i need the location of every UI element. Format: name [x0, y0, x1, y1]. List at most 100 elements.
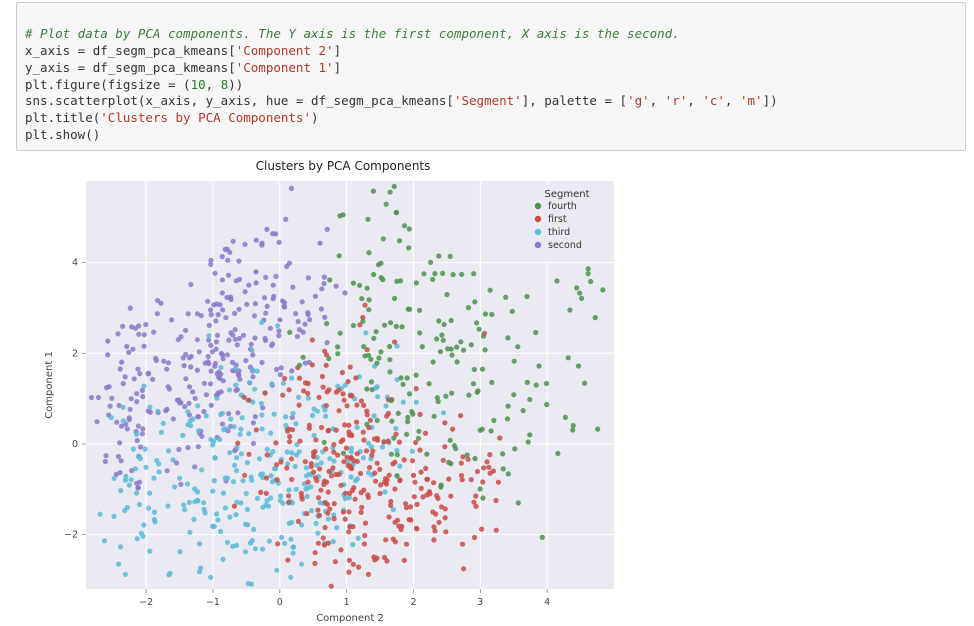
- scatter-point: [354, 402, 359, 407]
- scatter-point: [408, 504, 413, 509]
- y-tick-label: 4: [72, 258, 78, 269]
- scatter-point: [210, 442, 215, 447]
- scatter-point: [313, 550, 318, 555]
- scatter-point: [276, 328, 281, 333]
- scatter-point: [124, 344, 129, 349]
- scatter-point: [178, 482, 183, 487]
- scatter-point: [293, 311, 298, 316]
- scatter-point: [301, 388, 306, 393]
- scatter-point: [153, 519, 158, 524]
- scatter-point: [506, 471, 511, 476]
- scatter-point: [481, 334, 486, 339]
- scatter-point: [108, 404, 113, 409]
- scatter-point: [372, 413, 377, 418]
- scatter-point: [252, 387, 257, 392]
- scatter-point: [378, 261, 383, 266]
- scatter-point: [477, 327, 482, 332]
- scatter-point: [488, 288, 493, 293]
- scatter-point: [254, 280, 259, 285]
- scatter-point: [96, 395, 101, 400]
- scatter-point: [304, 511, 309, 516]
- scatter-point: [147, 405, 152, 410]
- scatter-point: [143, 322, 148, 327]
- scatter-point: [220, 557, 225, 562]
- scatter-point: [438, 484, 443, 489]
- scatter-point: [305, 310, 310, 315]
- scatter-point: [246, 283, 251, 288]
- scatter-point: [574, 285, 579, 290]
- scatter-point: [271, 283, 276, 288]
- scatter-point: [579, 296, 584, 301]
- scatter-point: [441, 410, 446, 415]
- scatter-point: [249, 342, 254, 347]
- scatter-point: [331, 539, 336, 544]
- scatter-point: [116, 454, 121, 459]
- scatter-point: [430, 277, 435, 282]
- scatter-point: [245, 507, 250, 512]
- scatter-point: [407, 307, 412, 312]
- scatter-point: [115, 331, 120, 336]
- scatter-point: [267, 539, 272, 544]
- code-line-5-seg: 'Segment': [454, 93, 522, 108]
- scatter-point: [204, 413, 209, 418]
- scatter-point: [195, 489, 200, 494]
- scatter-point: [232, 424, 237, 429]
- scatter-point: [235, 342, 240, 347]
- scatter-point: [209, 312, 214, 317]
- legend-label: second: [548, 240, 582, 251]
- scatter-point: [119, 360, 124, 365]
- scatter-point: [166, 448, 171, 453]
- scatter-point: [350, 524, 355, 529]
- scatter-point: [338, 331, 343, 336]
- scatter-point: [236, 259, 241, 264]
- scatter-point: [215, 517, 220, 522]
- scatter-point: [303, 459, 308, 464]
- scatter-point: [424, 477, 429, 482]
- scatter-point: [323, 414, 328, 419]
- scatter-point: [238, 427, 243, 432]
- scatter-point: [146, 506, 151, 511]
- scatter-point: [334, 284, 339, 289]
- scatter-point: [338, 547, 343, 552]
- scatter-point: [355, 459, 360, 464]
- scatter-point: [136, 423, 141, 428]
- scatter-point: [182, 363, 187, 368]
- scatter-point: [237, 307, 242, 312]
- scatter-point: [600, 287, 605, 292]
- scatter-point: [278, 493, 283, 498]
- code-line-5end: ]): [763, 93, 778, 108]
- scatter-point: [471, 271, 476, 276]
- scatter-point: [380, 444, 385, 449]
- scatter-point: [134, 391, 139, 396]
- scatter-point: [414, 373, 419, 378]
- scatter-point: [358, 471, 363, 476]
- scatter-point: [377, 491, 382, 496]
- scatter-point: [127, 415, 132, 420]
- scatter-point: [273, 274, 278, 279]
- scatter-point: [128, 306, 133, 311]
- scatter-point: [197, 349, 202, 354]
- scatter-point: [480, 495, 485, 500]
- scatter-point: [316, 495, 321, 500]
- scatter-point: [414, 526, 419, 531]
- scatter-point: [471, 381, 476, 386]
- scatter-point: [186, 401, 191, 406]
- scatter-point: [563, 415, 568, 420]
- scatter-point: [382, 489, 387, 494]
- code-line-6-str: 'Clusters by PCA Components': [100, 110, 311, 125]
- scatter-point: [264, 498, 269, 503]
- scatter-point: [199, 434, 204, 439]
- scatter-point: [397, 440, 402, 445]
- scatter-point: [136, 332, 141, 337]
- scatter-point: [216, 375, 221, 380]
- scatter-point: [489, 428, 494, 433]
- code-line-3-str: 'Component 1': [236, 60, 334, 75]
- scatter-point: [475, 390, 480, 395]
- scatter-point: [454, 345, 459, 350]
- scatter-point: [306, 275, 311, 280]
- scatter-point: [214, 396, 219, 401]
- scatter-point: [218, 529, 223, 534]
- scatter-point: [134, 432, 139, 437]
- code-line-5r: 'r': [665, 93, 688, 108]
- scatter-point: [500, 451, 505, 456]
